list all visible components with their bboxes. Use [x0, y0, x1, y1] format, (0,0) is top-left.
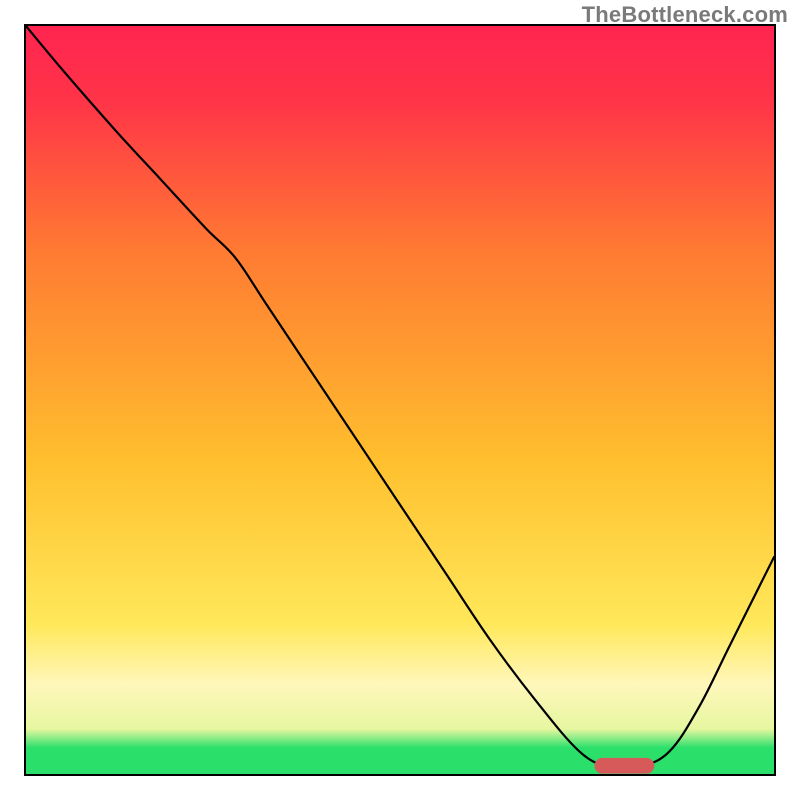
gradient-background [26, 26, 774, 774]
watermark-text: TheBottleneck.com [582, 2, 788, 28]
plot-area [24, 24, 776, 776]
bottleneck-chart: TheBottleneck.com [0, 0, 800, 800]
chart-svg [26, 26, 774, 774]
optimal-zone [594, 758, 654, 774]
